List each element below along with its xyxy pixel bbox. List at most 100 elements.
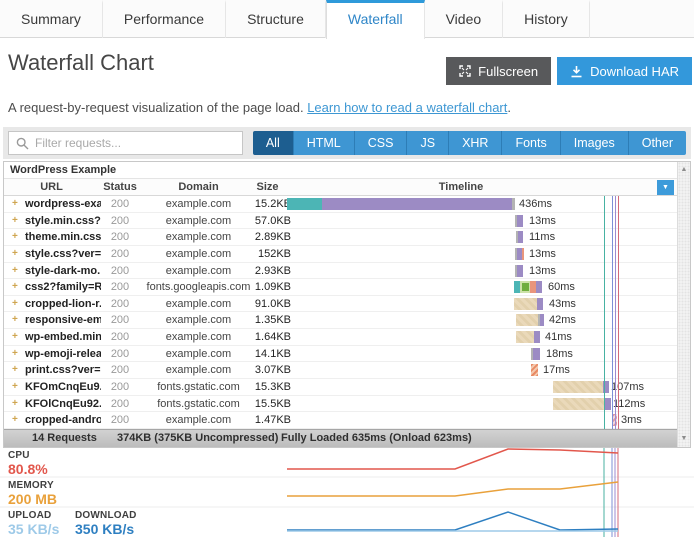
tab-waterfall[interactable]: Waterfall: [326, 0, 425, 39]
request-duration-label: 43ms: [549, 298, 576, 310]
page-section-title: WordPress Example: [4, 162, 690, 179]
request-row[interactable]: +cropped-lion-r...200example.com91.0KB43…: [4, 296, 690, 313]
request-url: wp-emoji-relea...: [25, 348, 101, 360]
tab-summary[interactable]: Summary: [0, 0, 103, 38]
request-row[interactable]: +theme.min.css...200example.com2.89KB11m…: [4, 229, 690, 246]
request-duration-label: 18ms: [546, 348, 573, 360]
filter-css-button[interactable]: CSS: [355, 131, 408, 155]
request-duration-label: 436ms: [519, 198, 552, 210]
expand-icon[interactable]: +: [12, 198, 18, 210]
expand-icon[interactable]: +: [12, 215, 18, 227]
column-timeline: Timeline: [291, 179, 631, 195]
request-size: 152KB: [226, 248, 291, 260]
request-size: 1.35KB: [226, 314, 291, 326]
request-row[interactable]: +wordpress-exa...200example.com15.2KB436…: [4, 196, 690, 213]
expand-icon[interactable]: +: [12, 265, 18, 277]
tab-video[interactable]: Video: [425, 0, 504, 38]
filter-searchbox: [8, 131, 243, 155]
request-row[interactable]: +css2?family=R...200fonts.googleapis.com…: [4, 279, 690, 296]
request-duration-label: 13ms: [529, 265, 556, 277]
request-url: wordpress-exa...: [25, 198, 101, 210]
timing-segment: [517, 265, 523, 277]
expand-icon[interactable]: +: [12, 348, 18, 360]
timing-segment: [605, 398, 611, 410]
request-timeline: 41ms: [287, 329, 679, 345]
request-status: 200: [99, 414, 141, 426]
timing-segment: [540, 314, 544, 326]
timing-segment: [287, 198, 322, 210]
request-timeline: 60ms: [287, 279, 679, 295]
column-url[interactable]: URL: [4, 179, 99, 195]
filter-html-button[interactable]: HTML: [294, 131, 355, 155]
expand-icon[interactable]: +: [12, 414, 18, 426]
request-timeline: 17ms: [287, 362, 679, 378]
filter-other-button[interactable]: Other: [629, 131, 686, 155]
expand-icon[interactable]: +: [12, 231, 18, 243]
request-row[interactable]: +style.min.css?...200example.com57.0KB13…: [4, 213, 690, 230]
request-timeline: 436ms: [287, 196, 679, 212]
filter-xhr-button[interactable]: XHR: [449, 131, 502, 155]
request-size: 3.07KB: [226, 364, 291, 376]
timing-segment: [514, 298, 537, 310]
request-status: 200: [99, 198, 141, 210]
column-size[interactable]: Size: [244, 179, 291, 195]
request-duration-label: 13ms: [529, 215, 556, 227]
request-size: 1.47KB: [226, 414, 291, 426]
request-row[interactable]: +KFOlCnqEu92...200fonts.gstatic.com15.5K…: [4, 396, 690, 413]
vertical-scrollbar[interactable]: ▲ ▼: [677, 162, 690, 447]
timing-segment: [536, 281, 542, 293]
request-row[interactable]: +wp-emoji-relea...200example.com14.1KB18…: [4, 346, 690, 363]
expand-icon[interactable]: +: [12, 398, 18, 410]
request-duration-label: 13ms: [529, 248, 556, 260]
request-status: 200: [99, 398, 141, 410]
download-icon: [570, 65, 583, 78]
timing-segment: [553, 398, 605, 410]
request-row[interactable]: +print.css?ver=...200example.com3.07KB17…: [4, 362, 690, 379]
summary-total-size: 374KB (375KB Uncompressed): [117, 430, 278, 447]
filter-fonts-button[interactable]: Fonts: [502, 131, 560, 155]
timeline-marker-line: [604, 196, 605, 429]
upload-label: UPLOAD: [8, 510, 51, 521]
download-har-label: Download HAR: [590, 64, 679, 79]
tab-history[interactable]: History: [503, 0, 590, 38]
report-tabbar: Summary Performance Structure Waterfall …: [0, 0, 694, 38]
request-row[interactable]: +cropped-andro...200example.com1.47KB3ms: [4, 412, 690, 429]
scroll-down-icon[interactable]: ▼: [678, 432, 690, 445]
timeline-marker-line: [615, 196, 616, 429]
request-row[interactable]: +KFOmCnqEu9...200fonts.gstatic.com15.3KB…: [4, 379, 690, 396]
request-row[interactable]: +wp-embed.min...200example.com1.64KB41ms: [4, 329, 690, 346]
expand-icon[interactable]: +: [12, 314, 18, 326]
expand-icon[interactable]: +: [12, 381, 18, 393]
waterfall-help-link[interactable]: Learn how to read a waterfall chart: [307, 100, 507, 115]
tab-structure[interactable]: Structure: [226, 0, 326, 38]
filter-all-button[interactable]: All: [253, 131, 294, 155]
timeline-options-dropdown[interactable]: ▼: [657, 180, 674, 195]
waterfall-panel: WordPress Example URL Status Domain Size…: [3, 161, 691, 448]
filter-requests-input[interactable]: [9, 132, 242, 154]
expand-icon[interactable]: +: [12, 364, 18, 376]
tab-performance[interactable]: Performance: [103, 0, 226, 38]
filter-images-button[interactable]: Images: [561, 131, 629, 155]
filter-js-button[interactable]: JS: [407, 131, 449, 155]
expand-icon[interactable]: +: [12, 248, 18, 260]
request-size: 2.89KB: [226, 231, 291, 243]
summary-request-count: 14 Requests: [32, 430, 97, 447]
request-rows: +wordpress-exa...200example.com15.2KB436…: [4, 196, 690, 429]
request-status: 200: [99, 248, 141, 260]
request-timeline: 11ms: [287, 229, 679, 245]
request-row[interactable]: +style-dark-mo...200example.com2.93KB13m…: [4, 263, 690, 280]
request-row[interactable]: +style.css?ver=...200example.com152KB13m…: [4, 246, 690, 263]
fullscreen-button[interactable]: Fullscreen: [446, 57, 551, 85]
scroll-up-icon[interactable]: ▲: [678, 163, 690, 176]
expand-icon[interactable]: +: [12, 331, 18, 343]
expand-icon[interactable]: +: [12, 298, 18, 310]
column-status[interactable]: Status: [99, 179, 141, 195]
graph-line-download: [287, 512, 618, 530]
request-timeline: 3ms: [287, 412, 679, 428]
request-row[interactable]: +responsive-em...200example.com1.35KB42m…: [4, 312, 690, 329]
download-har-button[interactable]: Download HAR: [557, 57, 692, 85]
column-domain[interactable]: Domain: [141, 179, 256, 195]
cpu-label: CPU: [8, 450, 30, 461]
expand-icon[interactable]: +: [12, 281, 18, 293]
timing-segment: [516, 314, 538, 326]
